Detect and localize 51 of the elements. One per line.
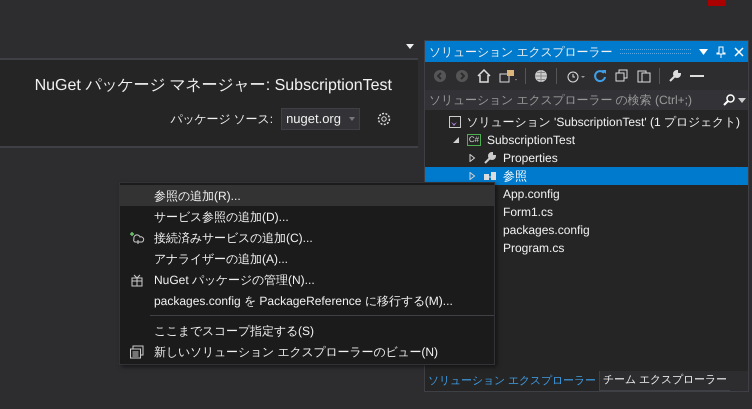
menu-item[interactable]: ここまでスコープ指定する(S) [120, 320, 494, 341]
panel-title: NuGet パッケージ マネージャー: SubscriptionTest [34, 76, 392, 96]
collapse-all-icon[interactable] [615, 69, 629, 83]
globe-icon[interactable] [534, 69, 548, 83]
tree-item-label: SubscriptionTest [487, 132, 576, 149]
copy-pages-icon[interactable] [637, 69, 651, 83]
menu-item[interactable]: 接続済みサービスの追加(C)... [120, 227, 494, 248]
sync-folders-icon[interactable] [499, 69, 517, 83]
wrench-icon[interactable] [668, 69, 682, 83]
tree-item-label: ソリューション 'SubscriptionTest' (1 プロジェクト) [466, 114, 740, 131]
gift-box-icon [130, 272, 144, 286]
expanded-arrow-icon[interactable] [452, 136, 460, 144]
settings-icon[interactable] [376, 111, 392, 127]
solution-icon [448, 115, 462, 129]
search-field[interactable]: ソリューション エクスプローラー の検索 (Ctrl+;) [425, 90, 748, 110]
panel-title: ソリューション エクスプローラー [429, 44, 612, 60]
home-icon[interactable] [477, 69, 491, 83]
panel-tab[interactable]: チーム エクスプローラー [599, 371, 730, 391]
tree-item-label: packages.config [503, 222, 590, 239]
tree-item-label: App.config [503, 186, 560, 203]
dropdown-arrow-icon[interactable] [406, 44, 414, 48]
menu-item[interactable]: 参照の追加(R)... [120, 185, 494, 206]
tree-item-label: Properties [503, 150, 558, 167]
window-list-icon [129, 344, 145, 358]
caret-icon[interactable] [738, 98, 746, 102]
tree-item[interactable]: Properties [425, 149, 748, 167]
menu-item[interactable]: packages.config を PackageReference に移行する(M)... [120, 290, 494, 311]
tree-item-label: Program.cs [503, 240, 564, 257]
refresh-icon[interactable] [593, 69, 607, 83]
wrench-icon [483, 151, 497, 165]
tree-item[interactable]: ソリューション 'SubscriptionTest' (1 プロジェクト) [425, 113, 748, 131]
menu-item[interactable]: アナライザーの追加(A)... [120, 248, 494, 269]
csharp-project-icon: C# [466, 134, 482, 146]
references-icon [483, 170, 497, 182]
plug-add-icon [129, 230, 145, 244]
package-source-label: パッケージ ソース: [170, 111, 274, 128]
menu-item[interactable]: 新しいソリューション エクスプローラーのビュー(N) [120, 341, 494, 362]
tree-item-label: 参照 [503, 168, 527, 185]
history-clock-icon[interactable] [565, 69, 585, 83]
menu-item[interactable]: NuGet パッケージの管理(N)... [120, 269, 494, 290]
tree-item[interactable]: C# SubscriptionTest [425, 131, 748, 149]
panel-tab[interactable]: ソリューション エクスプローラー [425, 371, 600, 391]
collapsed-arrow-icon[interactable] [468, 154, 476, 162]
pin-icon[interactable] [716, 46, 726, 58]
caret-icon [349, 117, 355, 121]
menu-item[interactable]: サービス参照の追加(D)... [120, 206, 494, 227]
tree-item-label: Form1.cs [503, 204, 554, 221]
tree-item[interactable]: 参照 [425, 167, 748, 185]
search-icon [723, 94, 735, 106]
close-icon[interactable] [734, 46, 744, 56]
package-source-dropdown[interactable]: nuget.org [281, 108, 360, 130]
